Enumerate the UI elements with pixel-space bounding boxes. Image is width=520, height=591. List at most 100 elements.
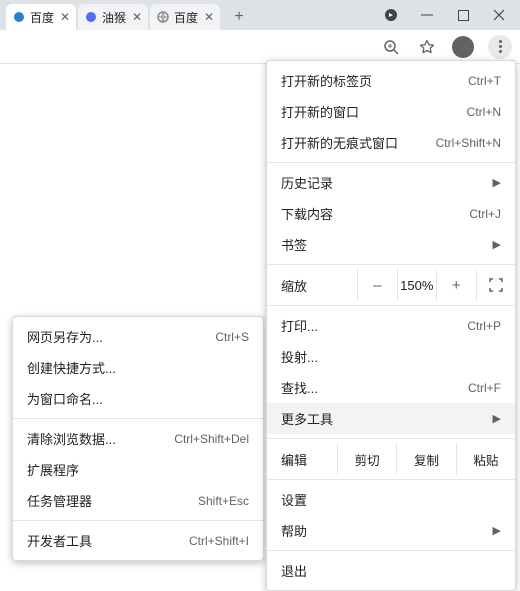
favicon-1	[84, 10, 98, 24]
tab-2-label: 百度	[174, 9, 198, 26]
chevron-right-icon: ▶	[493, 412, 501, 425]
tab-0[interactable]: 百度 ✕	[6, 4, 76, 30]
submenu-clear-shortcut: Ctrl+Shift+Del	[174, 432, 249, 446]
close-button[interactable]	[492, 8, 506, 22]
submenu-devtools-shortcut: Ctrl+Shift+I	[189, 534, 249, 548]
submenu-extensions[interactable]: 扩展程序	[13, 454, 263, 485]
submenu-devtools[interactable]: 开发者工具 Ctrl+Shift+I	[13, 525, 263, 556]
menu-find-label: 查找...	[281, 378, 458, 397]
profile-avatar[interactable]	[452, 36, 474, 58]
separator	[267, 264, 515, 265]
menu-new-incognito-label: 打开新的无痕式窗口	[281, 133, 426, 152]
menu-find[interactable]: 查找... Ctrl+F	[267, 372, 515, 403]
menu-settings[interactable]: 设置	[267, 484, 515, 515]
tab-strip: 百度 ✕ 油猴 ✕ 百度 ✕ +	[0, 0, 370, 30]
chevron-right-icon: ▶	[493, 238, 501, 251]
edit-copy-button[interactable]: 复制	[396, 443, 455, 475]
menu-downloads[interactable]: 下载内容 Ctrl+J	[267, 198, 515, 229]
tab-2-close-icon[interactable]: ✕	[202, 10, 216, 24]
menu-bookmarks[interactable]: 书签 ▶	[267, 229, 515, 260]
menu-new-tab[interactable]: 打开新的标签页 Ctrl+T	[267, 65, 515, 96]
window-controls	[370, 0, 520, 30]
submenu-save-as[interactable]: 网页另存为... Ctrl+S	[13, 321, 263, 352]
edit-label: 编辑	[267, 443, 337, 475]
submenu-task-manager-label: 任务管理器	[27, 491, 188, 510]
submenu-create-shortcut-label: 创建快捷方式...	[27, 358, 249, 377]
menu-edit-row: 编辑 剪切 复制 粘贴	[267, 443, 515, 475]
menu-help[interactable]: 帮助 ▶	[267, 515, 515, 546]
separator	[267, 479, 515, 480]
extension-icon[interactable]	[384, 8, 398, 22]
tab-0-label: 百度	[30, 9, 54, 26]
bookmark-star-icon[interactable]	[416, 36, 438, 58]
submenu-create-shortcut[interactable]: 创建快捷方式...	[13, 352, 263, 383]
new-tab-button[interactable]: +	[226, 4, 252, 30]
menu-new-tab-label: 打开新的标签页	[281, 71, 458, 90]
menu-exit-label: 退出	[281, 561, 501, 580]
menu-help-label: 帮助	[281, 521, 487, 540]
titlebar: 百度 ✕ 油猴 ✕ 百度 ✕ +	[0, 0, 520, 30]
favicon-0	[12, 10, 26, 24]
menu-find-shortcut: Ctrl+F	[468, 381, 501, 395]
zoom-value: 150%	[397, 269, 437, 301]
zoom-label: 缩放	[267, 276, 357, 295]
submenu-save-as-label: 网页另存为...	[27, 327, 205, 346]
submenu-devtools-label: 开发者工具	[27, 531, 179, 550]
submenu-name-window-label: 为窗口命名...	[27, 389, 249, 408]
menu-print[interactable]: 打印... Ctrl+P	[267, 310, 515, 341]
menu-new-incognito[interactable]: 打开新的无痕式窗口 Ctrl+Shift+N	[267, 127, 515, 158]
menu-bookmarks-label: 书签	[281, 235, 487, 254]
tab-1-label: 油猴	[102, 9, 126, 26]
menu-new-incognito-shortcut: Ctrl+Shift+N	[436, 136, 501, 150]
menu-print-shortcut: Ctrl+P	[467, 319, 501, 333]
menu-downloads-shortcut: Ctrl+J	[469, 207, 501, 221]
menu-new-tab-shortcut: Ctrl+T	[468, 74, 501, 88]
minimize-button[interactable]	[420, 8, 434, 22]
more-tools-submenu: 网页另存为... Ctrl+S 创建快捷方式... 为窗口命名... 清除浏览数…	[12, 316, 264, 561]
kebab-menu-button[interactable]	[488, 35, 512, 59]
tab-2[interactable]: 百度 ✕	[150, 4, 220, 30]
chevron-right-icon: ▶	[493, 524, 501, 537]
zoom-in-button[interactable]: +	[436, 269, 476, 301]
separator	[267, 162, 515, 163]
separator	[267, 550, 515, 551]
tab-0-close-icon[interactable]: ✕	[58, 10, 72, 24]
zoom-out-button[interactable]: –	[357, 269, 397, 301]
menu-cast-label: 投射...	[281, 347, 501, 366]
menu-settings-label: 设置	[281, 490, 501, 509]
menu-new-window-shortcut: Ctrl+N	[467, 105, 501, 119]
fullscreen-button[interactable]	[476, 269, 516, 301]
separator	[267, 305, 515, 306]
separator	[13, 418, 263, 419]
submenu-clear-browsing-data[interactable]: 清除浏览数据... Ctrl+Shift+Del	[13, 423, 263, 454]
submenu-extensions-label: 扩展程序	[27, 460, 249, 479]
edit-cut-button[interactable]: 剪切	[337, 443, 396, 475]
menu-downloads-label: 下载内容	[281, 204, 459, 223]
menu-zoom-row: 缩放 – 150% +	[267, 269, 515, 301]
menu-print-label: 打印...	[281, 316, 457, 335]
submenu-task-manager-shortcut: Shift+Esc	[198, 494, 249, 508]
submenu-task-manager[interactable]: 任务管理器 Shift+Esc	[13, 485, 263, 516]
menu-cast[interactable]: 投射...	[267, 341, 515, 372]
submenu-name-window[interactable]: 为窗口命名...	[13, 383, 263, 414]
menu-more-tools-label: 更多工具	[281, 409, 487, 428]
chevron-right-icon: ▶	[493, 176, 501, 189]
menu-history-label: 历史记录	[281, 173, 487, 192]
submenu-clear-label: 清除浏览数据...	[27, 429, 164, 448]
favicon-2	[156, 10, 170, 24]
maximize-button[interactable]	[456, 8, 470, 22]
edit-paste-button[interactable]: 粘贴	[456, 443, 515, 475]
submenu-save-as-shortcut: Ctrl+S	[215, 330, 249, 344]
tab-1[interactable]: 油猴 ✕	[78, 4, 148, 30]
menu-more-tools[interactable]: 更多工具 ▶	[267, 403, 515, 434]
separator	[267, 438, 515, 439]
menu-new-window[interactable]: 打开新的窗口 Ctrl+N	[267, 96, 515, 127]
toolbar	[0, 30, 520, 64]
zoom-icon[interactable]	[380, 36, 402, 58]
menu-new-window-label: 打开新的窗口	[281, 102, 457, 121]
tab-1-close-icon[interactable]: ✕	[130, 10, 144, 24]
separator	[13, 520, 263, 521]
menu-history[interactable]: 历史记录 ▶	[267, 167, 515, 198]
menu-exit[interactable]: 退出	[267, 555, 515, 586]
main-menu: 打开新的标签页 Ctrl+T 打开新的窗口 Ctrl+N 打开新的无痕式窗口 C…	[266, 60, 516, 591]
